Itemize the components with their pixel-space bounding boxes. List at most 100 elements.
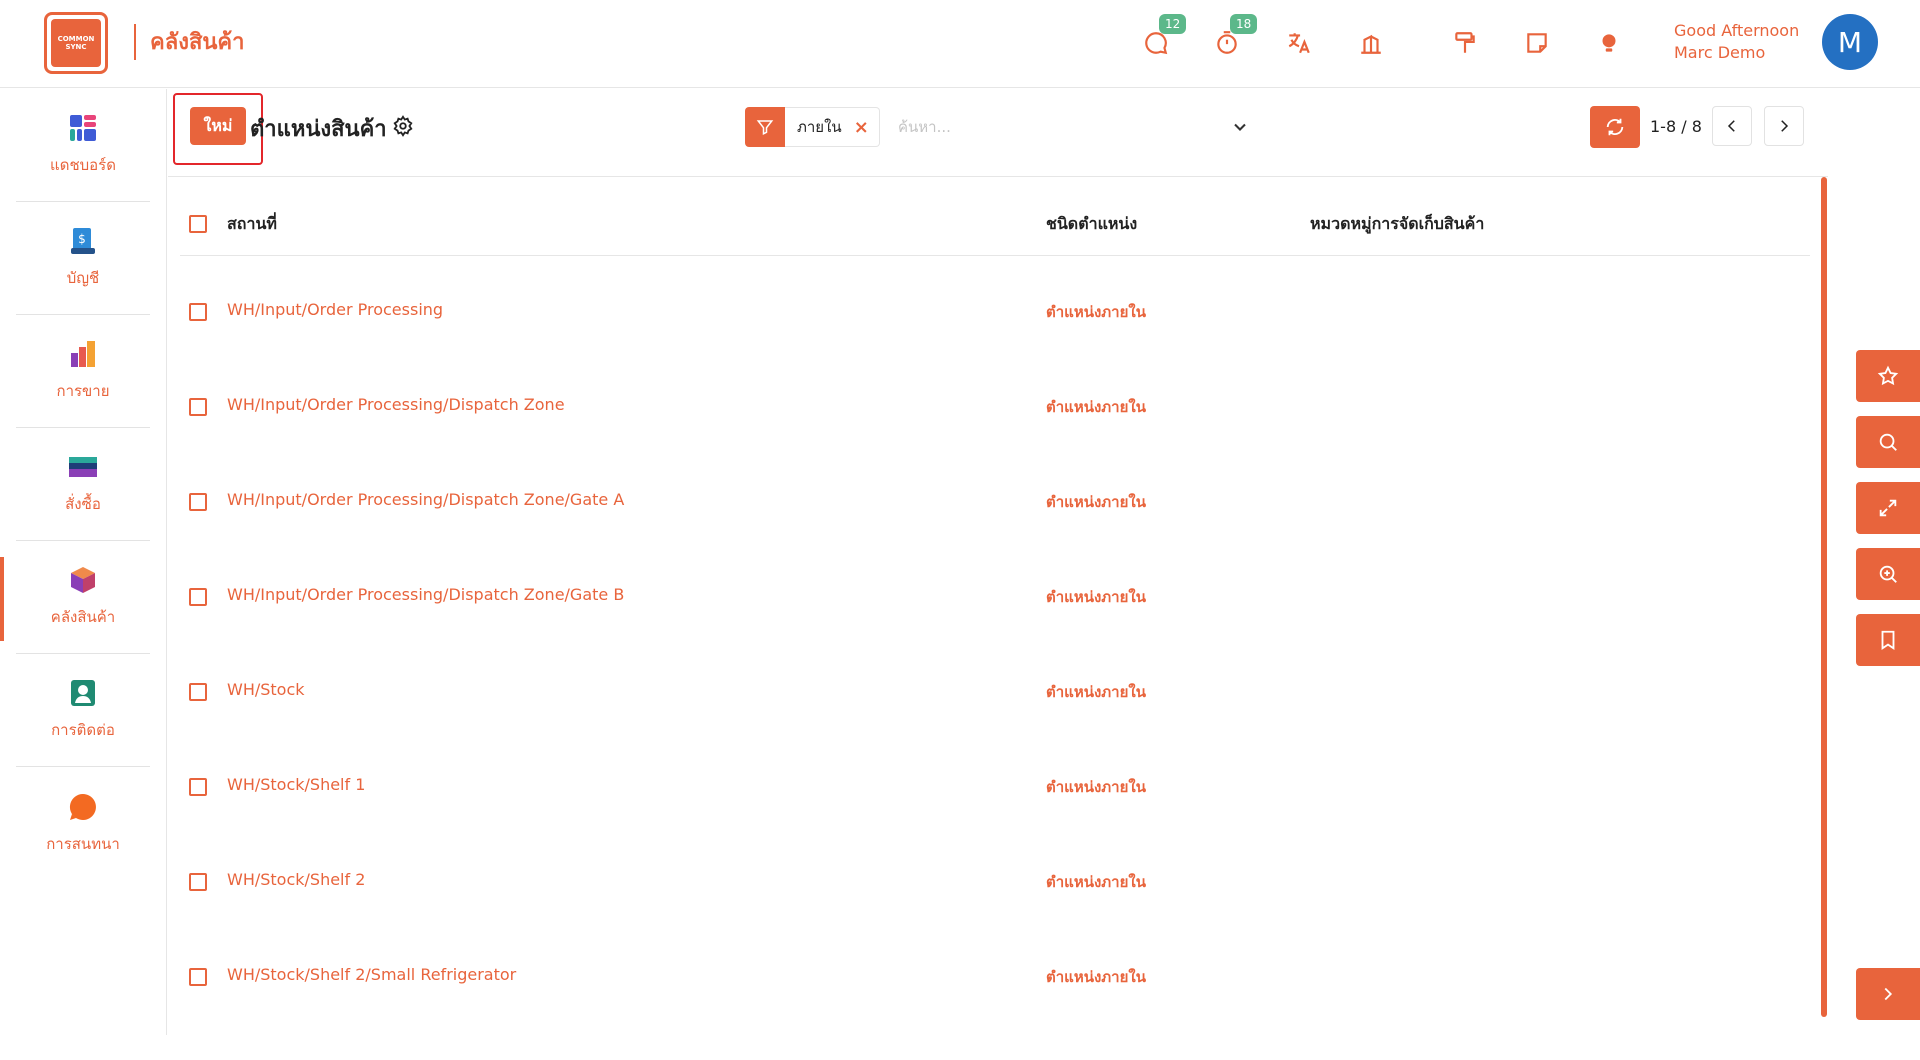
search-tool-button[interactable] [1856,416,1920,468]
table-row[interactable]: WH/Stock ตำแหน่งภายใน [180,680,1810,775]
type-cell: ตำแหน่งภายใน [1046,588,1146,606]
chevron-down-icon[interactable] [1230,117,1250,137]
panel-toggle-button[interactable] [1856,968,1920,1020]
type-cell: ตำแหน่งภายใน [1046,778,1146,796]
row-checkbox[interactable] [189,588,207,606]
location-cell: WH/Stock [227,680,305,699]
table-header: สถานที่ ชนิดตำแหน่ง หมวดหมู่การจัดเก็บสิ… [180,178,1810,256]
bookmark-button[interactable] [1856,614,1920,666]
filter-icon [756,120,774,135]
gear-icon[interactable] [392,115,414,137]
filter-chip: ภายใน × [785,107,880,147]
table-row[interactable]: WH/Input/Order Processing/Dispatch Zone/… [180,585,1810,680]
sidebar-item-dashboard[interactable]: แดชบอร์ด [16,89,150,202]
greeting: Good Afternoon Marc Demo [1674,21,1800,62]
accounting-icon: $ [71,228,95,254]
type-cell: ตำแหน่งภายใน [1046,398,1146,416]
column-header-location[interactable]: สถานที่ [227,212,277,237]
breadcrumb: ตำแหน่งสินค้า [250,117,387,142]
table-row[interactable]: WH/Input/Order Processing/Dispatch Zone … [180,395,1810,490]
refresh-icon [1606,118,1624,136]
type-cell: ตำแหน่งภายใน [1046,493,1146,511]
control-panel: ใหม่ ตำแหน่งสินค้า ภายใน × 1-8 / 8 [168,89,1828,177]
table-row[interactable]: WH/Input/Order Processing ตำแหน่งภายใน [180,300,1810,395]
row-checkbox[interactable] [189,398,207,416]
table-row[interactable]: WH/Stock/Shelf 2/Small Refrigerator ตำแห… [180,965,1810,1060]
purchase-icon [69,457,97,477]
sales-icon [71,341,95,367]
sidebar-item-contacts[interactable]: การติดต่อ [16,654,150,767]
row-checkbox[interactable] [189,493,207,511]
row-checkbox[interactable] [189,873,207,891]
avatar[interactable]: M [1822,14,1878,70]
chevron-right-icon [1781,120,1789,132]
next-page-button[interactable] [1764,106,1804,146]
type-cell: ตำแหน่งภายใน [1046,303,1146,321]
location-cell: WH/Stock/Shelf 1 [227,775,366,794]
location-cell: WH/Stock/Shelf 2 [227,870,366,889]
column-header-category[interactable]: หมวดหมู่การจัดเก็บสินค้า [1310,212,1484,237]
search-icon [1879,433,1897,451]
type-cell: ตำแหน่งภายใน [1046,873,1146,891]
zoom-in-icon [1879,565,1897,583]
pager-value[interactable]: 1-8 / 8 [1650,117,1702,136]
refresh-button[interactable] [1590,106,1640,148]
sidebar-item-sales[interactable]: การขาย [16,315,150,428]
app-title: คลังสินค้า [150,30,245,55]
brand-logo[interactable]: COMMON SYNC [44,12,108,74]
top-bar: COMMON SYNC คลังสินค้า 12 18 Good Afterno… [0,0,1920,88]
filter-toggle-button[interactable] [745,107,785,147]
expand-button[interactable] [1856,482,1920,534]
dashboard-icon [70,115,96,141]
discuss-icon [69,793,96,820]
sidebar-item-accounting[interactable]: $ บัญชี [16,202,150,315]
sidebar-item-purchase[interactable]: สั่งซื้อ [16,428,150,541]
expand-icon [1879,499,1897,517]
previous-page-button[interactable] [1712,106,1752,146]
table-row[interactable]: WH/Stock/Shelf 1 ตำแหน่งภายใน [180,775,1810,870]
table-row[interactable]: WH/Input/Order Processing/Dispatch Zone/… [180,490,1810,585]
row-checkbox[interactable] [189,303,207,321]
location-cell: WH/Input/Order Processing/Dispatch Zone [227,395,565,414]
active-indicator [0,557,4,641]
timer-icon[interactable]: 18 [1214,14,1258,56]
lightbulb-icon[interactable] [1596,30,1622,56]
type-cell: ตำแหน่งภายใน [1046,683,1146,701]
search-input[interactable] [898,107,1238,147]
translate-icon[interactable] [1286,30,1312,56]
chat-icon[interactable]: 12 [1143,14,1187,56]
new-button[interactable]: ใหม่ [190,107,246,145]
select-all-checkbox[interactable] [189,215,207,233]
zoom-in-button[interactable] [1856,548,1920,600]
sidebar: แดชบอร์ด $ บัญชี การขาย สั่งซื้อ คลังสิน… [0,89,167,1035]
timer-badge: 18 [1230,14,1258,34]
row-checkbox[interactable] [189,968,207,986]
brand-divider [134,24,136,60]
inventory-icon [71,567,95,593]
location-cell: WH/Stock/Shelf 2/Small Refrigerator [227,965,517,984]
bookmark-icon [1881,630,1895,650]
sidebar-item-discuss[interactable]: การสนทนา [16,767,150,880]
chat-badge: 12 [1159,14,1187,34]
sidebar-item-inventory[interactable]: คลังสินค้า [16,541,150,654]
favorite-button[interactable] [1856,350,1920,402]
note-icon[interactable] [1524,30,1550,56]
chevron-left-icon [1727,120,1735,132]
star-icon [1877,365,1899,386]
contacts-icon [71,680,95,706]
row-checkbox[interactable] [189,683,207,701]
table-row[interactable]: WH/Stock/Shelf 2 ตำแหน่งภายใน [180,870,1810,965]
location-cell: WH/Input/Order Processing/Dispatch Zone/… [227,490,625,509]
building-icon[interactable] [1358,30,1384,56]
column-header-type[interactable]: ชนิดตำแหน่ง [1046,212,1137,237]
scrollbar[interactable] [1821,177,1827,1017]
paint-roller-icon[interactable] [1452,30,1478,56]
chevron-right-icon [1884,987,1893,1001]
location-cell: WH/Input/Order Processing/Dispatch Zone/… [227,585,625,604]
row-checkbox[interactable] [189,778,207,796]
location-cell: WH/Input/Order Processing [227,300,444,319]
filter-chip-label: ภายใน [797,118,842,136]
type-cell: ตำแหน่งภายใน [1046,968,1146,986]
svg-text:$: $ [78,232,86,246]
remove-filter-icon[interactable]: × [854,117,869,138]
